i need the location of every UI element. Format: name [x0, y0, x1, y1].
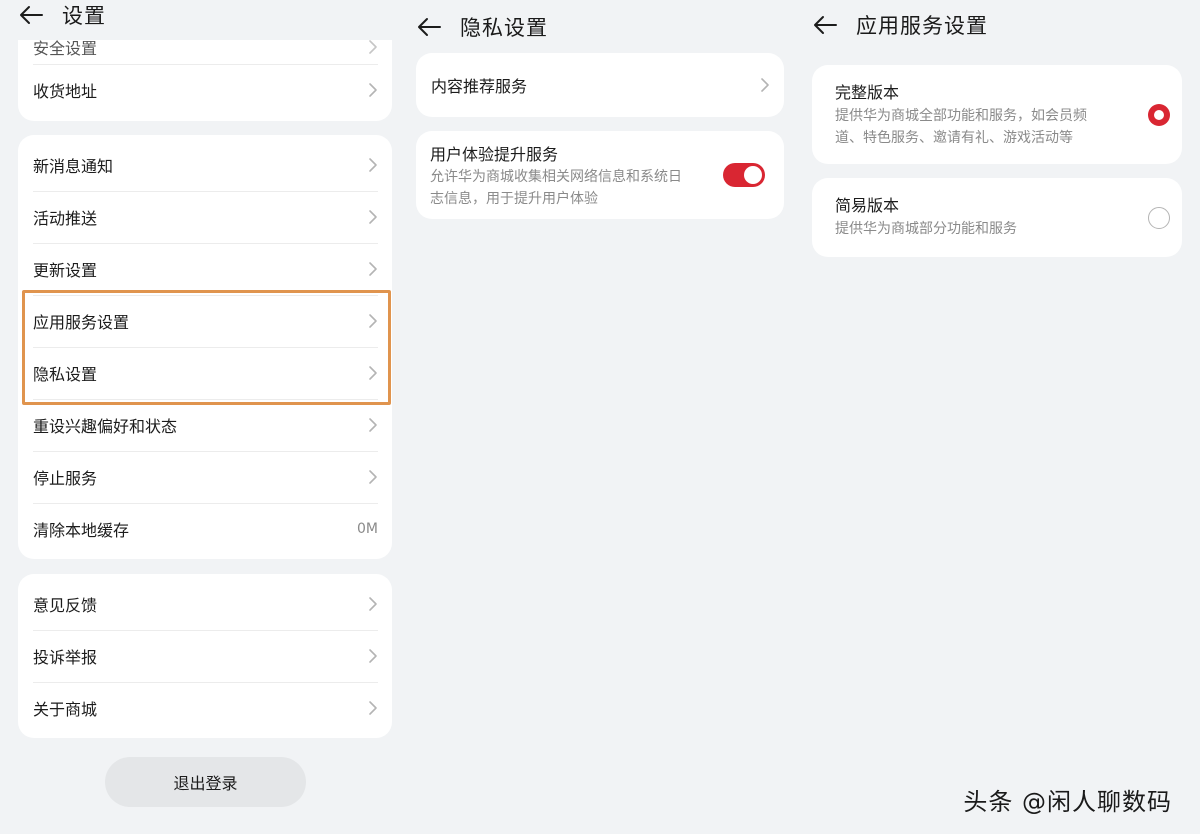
settings-item-clear-cache[interactable]: 清除本地缓存 0M [18, 503, 392, 555]
settings-card-address: 安全设置 收货地址 [18, 40, 392, 121]
ux-title: 用户体验提升服务 [430, 145, 559, 164]
privacy-header: 隐私设置 [416, 12, 548, 42]
full-version-desc-line1: 提供华为商城全部功能和服务，如会员频 [835, 108, 1087, 124]
radio-selected[interactable] [1148, 104, 1170, 126]
cache-size-value: 0M [357, 521, 378, 537]
ux-text: 用户体验提升服务 允许华为商城收集相关网络信息和系统日 志信息，用于提升用户体验 [430, 144, 720, 210]
chevron-right-icon [761, 78, 769, 92]
page-title: 设置 [62, 4, 106, 28]
page-title: 隐私设置 [460, 16, 548, 40]
back-arrow-icon[interactable] [18, 2, 44, 28]
full-version-desc-line2: 道、特色服务、邀请有礼、游戏活动等 [835, 130, 1073, 146]
settings-header: 设置 [18, 0, 106, 30]
full-version-title: 完整版本 [835, 83, 900, 102]
settings-item-promotions[interactable]: 活动推送 [18, 191, 392, 243]
settings-item-stop-service[interactable]: 停止服务 [18, 451, 392, 503]
chevron-right-icon [369, 701, 377, 715]
chevron-right-icon [369, 418, 377, 432]
highlight-box [22, 290, 391, 405]
chevron-right-icon [369, 83, 377, 97]
settings-item-label: 清除本地缓存 [33, 521, 130, 540]
simple-version-text: 简易版本 提供华为商城部分功能和服务 [835, 194, 1135, 240]
settings-item-about[interactable]: 关于商城 [18, 682, 392, 734]
chevron-right-icon [369, 597, 377, 611]
full-version-text: 完整版本 提供华为商城全部功能和服务，如会员频 道、特色服务、邀请有礼、游戏活动… [835, 81, 1135, 149]
settings-item-updates[interactable]: 更新设置 [18, 243, 392, 295]
settings-item-label: 停止服务 [33, 469, 98, 488]
privacy-card-ux: 用户体验提升服务 允许华为商城收集相关网络信息和系统日 志信息，用于提升用户体验 [416, 131, 784, 219]
settings-item-feedback[interactable]: 意见反馈 [18, 578, 392, 630]
privacy-item-label: 内容推荐服务 [431, 77, 528, 96]
settings-item-label: 更新设置 [33, 261, 98, 280]
chevron-right-icon [369, 262, 377, 276]
chevron-right-icon [369, 649, 377, 663]
simple-version-desc: 提供华为商城部分功能和服务 [835, 221, 1017, 237]
settings-item-label: 活动推送 [33, 209, 98, 228]
settings-item-reset-interests[interactable]: 重设兴趣偏好和状态 [18, 399, 392, 451]
chevron-right-icon [369, 470, 377, 484]
privacy-card-recommend: 内容推荐服务 [416, 53, 784, 117]
page-title: 应用服务设置 [856, 14, 988, 38]
option-full-version[interactable]: 完整版本 提供华为商城全部功能和服务，如会员频 道、特色服务、邀请有礼、游戏活动… [812, 65, 1182, 164]
back-arrow-icon[interactable] [416, 14, 442, 40]
settings-item-label: 重设兴趣偏好和状态 [33, 417, 178, 436]
settings-item-label: 新消息通知 [33, 157, 114, 176]
privacy-item-content-recommend[interactable]: 内容推荐服务 [416, 59, 784, 111]
chevron-right-icon [369, 40, 377, 54]
settings-item-label: 安全设置 [33, 40, 98, 58]
chevron-right-icon [369, 158, 377, 172]
settings-item-label: 收货地址 [33, 82, 98, 101]
toggle-knob [744, 166, 762, 184]
chevron-right-icon [369, 210, 377, 224]
settings-item-label: 关于商城 [33, 700, 98, 719]
ux-desc-line2: 志信息，用于提升用户体验 [430, 191, 598, 207]
watermark-text: 头条 @闲人聊数码 [963, 788, 1172, 816]
logout-button[interactable]: 退出登录 [105, 757, 306, 807]
settings-card-about: 意见反馈 投诉举报 关于商城 [18, 574, 392, 738]
settings-item-report[interactable]: 投诉举报 [18, 630, 392, 682]
radio-unselected[interactable] [1148, 207, 1170, 229]
ux-toggle-switch[interactable] [723, 163, 765, 187]
option-simple-version[interactable]: 简易版本 提供华为商城部分功能和服务 [812, 178, 1182, 257]
simple-version-title: 简易版本 [835, 196, 900, 215]
app-service-header: 应用服务设置 [812, 10, 988, 40]
settings-item-notifications[interactable]: 新消息通知 [18, 139, 392, 191]
ux-desc-line1: 允许华为商城收集相关网络信息和系统日 [430, 169, 682, 185]
settings-item-label: 意见反馈 [33, 596, 98, 615]
settings-item-address[interactable]: 收货地址 [18, 64, 392, 116]
back-arrow-icon[interactable] [812, 12, 838, 38]
settings-item-label: 投诉举报 [33, 648, 98, 667]
